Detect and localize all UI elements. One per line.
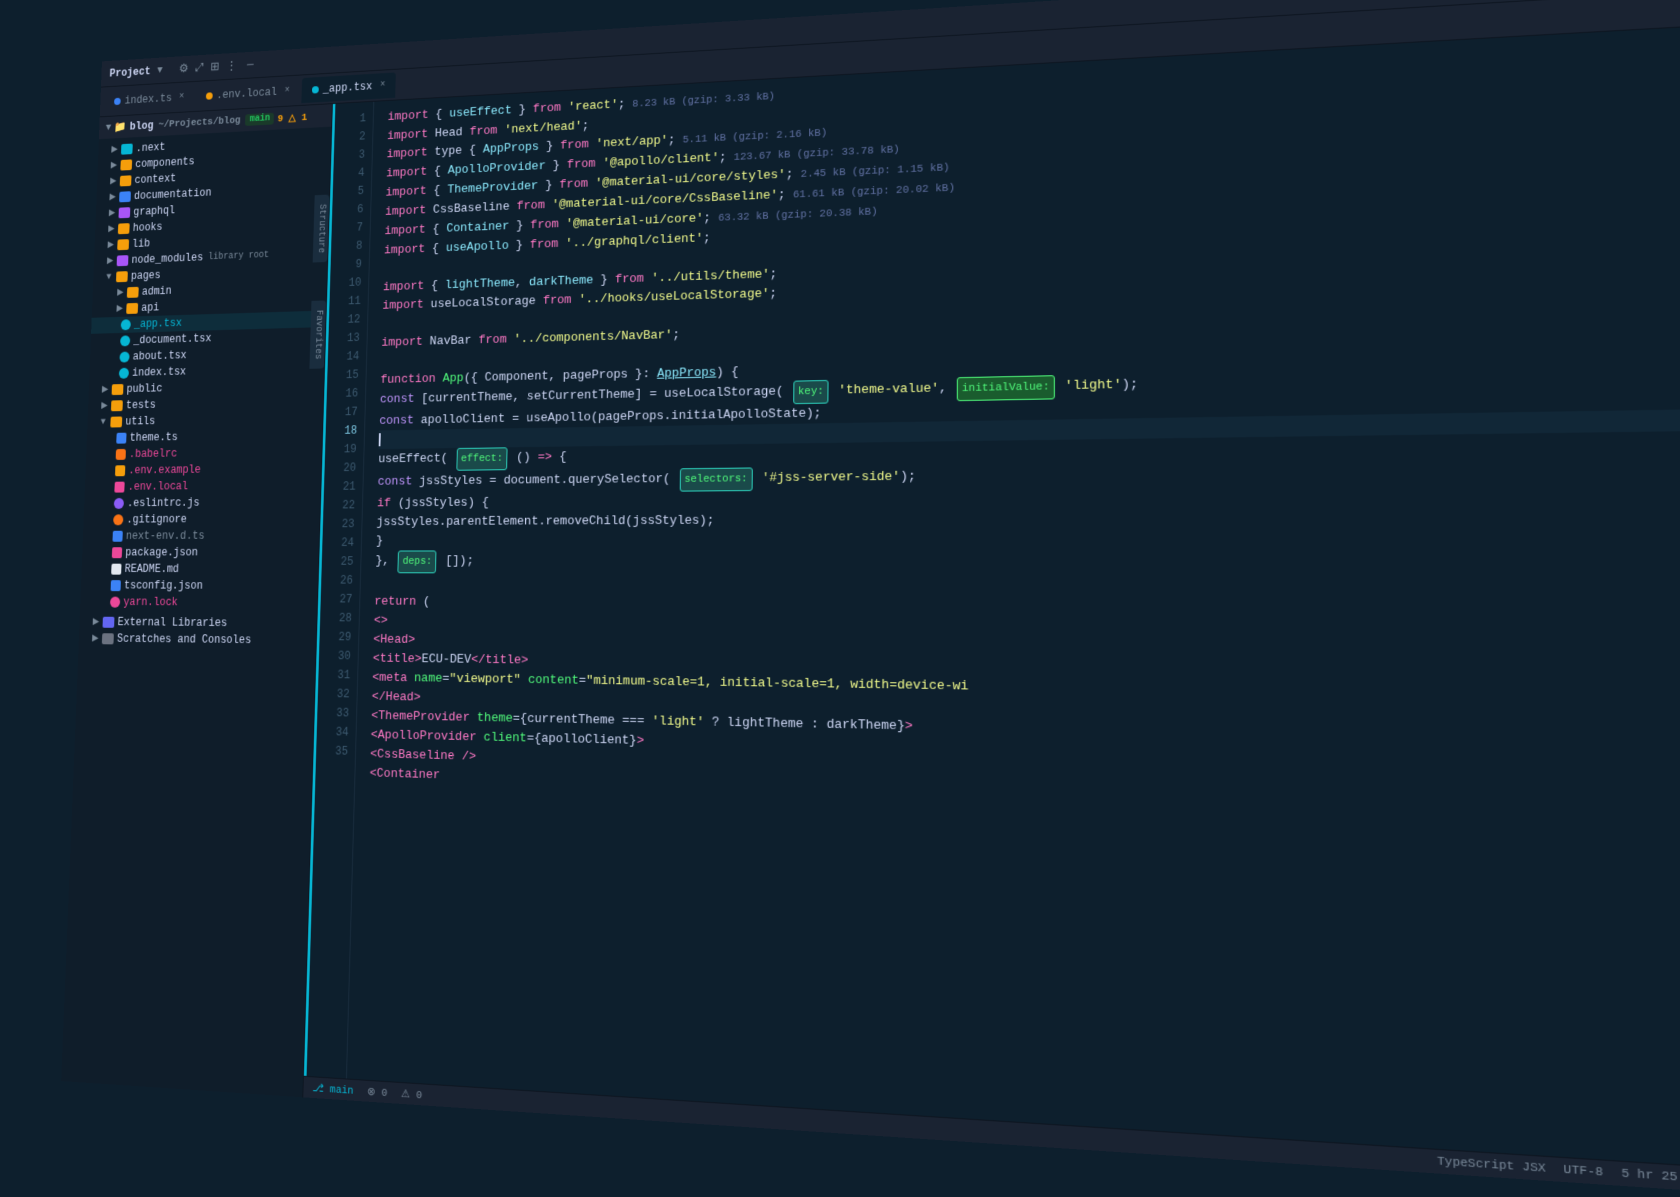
tree-item-yarn-lock[interactable]: yarn.lock — [80, 594, 317, 612]
code-editor[interactable]: 1 2 3 4 5 6 7 8 9 10 11 12 13 14 15 16 1 — [303, 24, 1680, 1197]
tab-label-app-tsx: _app.tsx — [323, 80, 373, 96]
status-warnings: ⚠ 0 — [401, 1086, 422, 1101]
tab-close-app-tsx[interactable]: × — [380, 80, 385, 90]
tab-app-tsx[interactable]: _app.tsx × — [301, 72, 396, 103]
tree-item-package-json[interactable]: package.json — [82, 544, 319, 561]
project-name: blog — [130, 119, 154, 133]
tree-item-gitignore[interactable]: .gitignore — [83, 510, 320, 528]
tab-label-index-ts: index.ts — [124, 92, 172, 107]
project-path: ~/Projects/blog — [158, 115, 241, 130]
settings-icon[interactable]: ⚙ — [179, 62, 189, 76]
tab-label-env-local: .env.local — [216, 85, 277, 101]
status-encoding: UTF-8 — [1563, 1163, 1603, 1179]
status-file-type: TypeScript JSX — [1437, 1155, 1546, 1176]
branch-badge: main — [245, 113, 274, 126]
folder-icon-project: 📁 — [114, 120, 127, 134]
text-cursor — [379, 433, 381, 446]
more-icon[interactable]: ⋮ — [226, 59, 237, 73]
tab-index-ts[interactable]: index.ts × — [104, 84, 195, 114]
tab-env-local[interactable]: .env.local × — [195, 78, 300, 109]
tab-icon-ts — [114, 97, 121, 104]
project-label: Project — [109, 65, 150, 80]
change-count: 9 △ 1 — [277, 110, 307, 124]
structure-tab[interactable]: Structure — [313, 195, 330, 263]
status-git-branch: ⎇ main — [312, 1081, 353, 1097]
code-line-24: }, deps: []); — [375, 549, 1680, 576]
minimize-icon[interactable]: ─ — [247, 58, 254, 72]
expand-icon[interactable]: ⤢ — [195, 61, 204, 75]
tree-item-scratches[interactable]: ▶ Scratches and Consoles — [79, 630, 317, 649]
tab-icon-tsx — [312, 86, 319, 94]
code-content: 1 2 3 4 5 6 7 8 9 10 11 12 13 14 15 16 1 — [304, 24, 1680, 1171]
tree-item-env-local[interactable]: .env.local — [85, 477, 321, 496]
favorites-tab[interactable]: Favorites — [309, 300, 326, 368]
status-errors: ⊗ 0 — [367, 1084, 388, 1099]
tree-item-tsconfig[interactable]: tsconfig.json — [81, 577, 318, 594]
tab-icon-env — [206, 92, 213, 99]
tab-close-env-local[interactable]: × — [284, 86, 289, 96]
tree-item-eslintrc[interactable]: .eslintrc.js — [84, 494, 320, 512]
tab-close-index-ts[interactable]: × — [179, 92, 184, 102]
sidebar: ▼ 📁 blog ~/Projects/blog main 9 △ 1 ▶ .n… — [61, 104, 333, 1097]
file-tree: ▶ .next ▶ components ▶ context — [78, 127, 331, 654]
code-lines[interactable]: import { useEffect } from 'react'; 8.23 … — [347, 24, 1680, 1171]
split-icon[interactable]: ⊞ — [210, 60, 220, 74]
tree-item-next-env-dts[interactable]: next-env.d.ts — [83, 527, 320, 544]
main-content: ▼ 📁 blog ~/Projects/blog main 9 △ 1 ▶ .n… — [61, 24, 1680, 1197]
status-time: 5 hr 25 mins — [1621, 1167, 1680, 1187]
tree-item-readme[interactable]: README.md — [81, 561, 318, 578]
ide-window: Project ▼ ⚙ ⤢ ⊞ ⋮ ─ 👤 Add Configuration … — [61, 0, 1680, 1197]
